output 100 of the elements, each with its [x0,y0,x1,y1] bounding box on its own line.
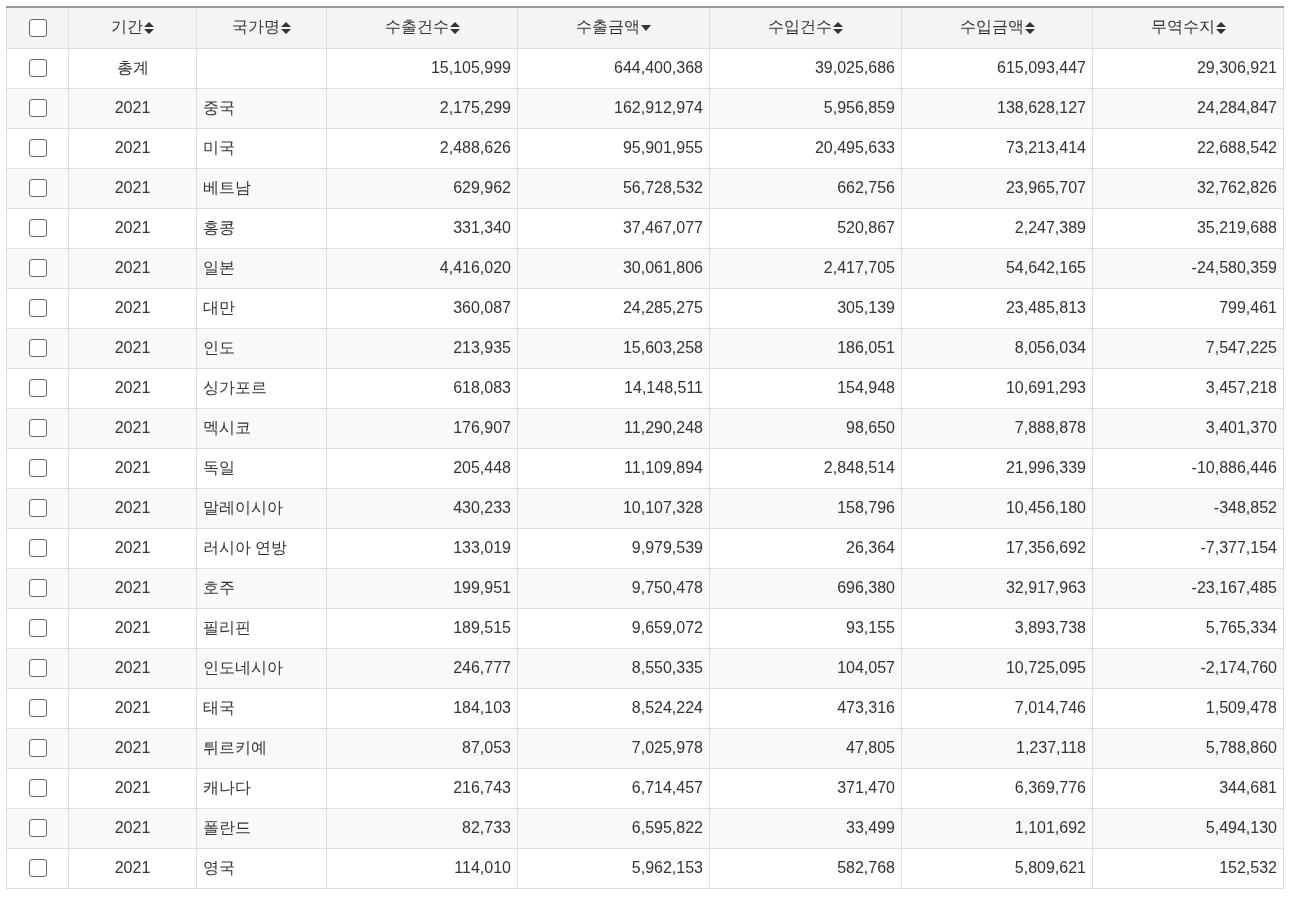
table-cell: 중국 [203,98,235,116]
table-cell: 186,051 [837,339,895,356]
row-checkbox[interactable] [28,779,47,798]
table-cell: 30,061,806 [622,259,703,276]
sort-icon[interactable] [144,22,154,34]
table-cell: 2021 [114,419,151,436]
table-cell: 6,714,457 [631,779,703,796]
table-cell: 필리핀 [203,618,251,636]
row-checkbox[interactable] [28,299,47,318]
table-cell: 176,907 [453,419,511,436]
table-cell: 튀르키예 [203,738,267,756]
table-cell: 6,369,776 [1014,779,1086,796]
row-checkbox[interactable] [28,499,47,518]
row-checkbox[interactable] [28,659,47,678]
row-checkbox[interactable] [28,259,47,278]
table-cell: 618,083 [453,379,511,396]
table-cell: -10,886,446 [1191,459,1277,476]
table-cell: 56,728,532 [622,179,703,196]
table-cell: 5,956,859 [823,99,895,116]
table-cell: 32,917,963 [1005,579,1086,596]
sort-icon[interactable] [833,22,843,34]
row-checkbox[interactable] [28,139,47,158]
row-checkbox[interactable] [28,739,47,758]
column-header[interactable]: 무역수지 [1150,18,1215,36]
table-cell: 10,725,095 [1005,659,1086,676]
table-cell: 216,743 [453,779,511,796]
table-cell: 138,628,127 [997,99,1086,116]
row-checkbox[interactable] [28,339,47,358]
sort-descending-icon[interactable] [641,25,651,31]
table-cell: 39,025,686 [814,59,895,76]
table-cell: 473,316 [837,699,895,716]
table-cell: 폴란드 [203,818,251,836]
column-header[interactable]: 수입금액 [959,18,1024,36]
table-cell: 305,139 [837,299,895,316]
row-checkbox[interactable] [28,179,47,198]
table-cell: 184,103 [453,699,511,716]
table-cell: 7,547,225 [1205,339,1277,356]
row-checkbox[interactable] [28,219,47,238]
table-cell: 인도 [203,338,235,356]
row-checkbox[interactable] [28,539,47,558]
row-checkbox[interactable] [28,99,47,118]
row-checkbox[interactable] [28,379,47,398]
table-cell: 205,448 [453,459,511,476]
table-cell: 24,284,847 [1196,99,1277,116]
table-cell: 3,401,370 [1205,419,1277,436]
table-cell: 7,025,978 [631,739,703,756]
table-cell: 360,087 [453,299,511,316]
column-header[interactable]: 국가명 [232,18,280,36]
table-cell: 331,340 [453,219,511,236]
sort-icon[interactable] [1024,22,1035,34]
table-cell: 말레이시아 [203,498,283,516]
table-cell: 2,417,705 [823,259,895,276]
table-cell: 10,107,328 [622,499,703,516]
table-cell: 7,888,878 [1014,419,1086,436]
table-cell: 싱가포르 [203,378,267,396]
row-checkbox[interactable] [28,859,47,878]
table-cell: 37,467,077 [622,219,703,236]
sort-icon[interactable] [449,22,460,34]
row-checkbox[interactable] [28,819,47,838]
column-header[interactable]: 기간 [111,18,143,36]
table-cell: 520,867 [837,219,895,236]
table-cell: 2021 [114,619,151,636]
table-cell: 태국 [203,698,235,716]
table-cell: 2021 [114,779,151,796]
table-cell: 8,550,335 [631,659,703,676]
column-header[interactable]: 수입건수 [768,18,832,36]
table-cell: 5,809,621 [1014,859,1086,876]
sort-icon[interactable] [1215,22,1226,34]
table-cell: 199,951 [453,579,511,596]
table-cell: 344,681 [1219,779,1277,796]
table-cell: 95,901,955 [622,139,703,156]
table-cell: -24,580,359 [1191,259,1277,276]
table-cell: 2021 [114,739,151,756]
row-checkbox[interactable] [28,59,47,78]
table-cell: 2021 [114,819,151,836]
sort-icon[interactable] [281,22,291,34]
table-cell: 5,788,860 [1205,739,1277,756]
table-cell: 2021 [114,859,151,876]
table-cell: 1,509,478 [1205,699,1277,716]
table-cell: 2021 [114,699,151,716]
table-cell: 152,532 [1219,859,1277,876]
row-checkbox[interactable] [28,419,47,438]
table-cell: 158,796 [837,499,895,516]
table-cell: 32,762,826 [1196,179,1277,196]
column-header[interactable]: 수출건수 [384,18,449,36]
select-all-checkbox[interactable] [28,19,47,38]
row-checkbox[interactable] [28,459,47,478]
row-checkbox[interactable] [28,619,47,638]
table-cell: 629,962 [453,179,511,196]
table-cell: 2021 [114,499,151,516]
table-cell: 7,014,746 [1014,699,1086,716]
table-cell: 26,364 [846,539,895,556]
column-header[interactable]: 수출금액 [576,18,640,36]
row-checkbox[interactable] [28,699,47,718]
table-cell: 22,688,542 [1196,139,1277,156]
table-cell: 총계 [116,58,149,76]
table-cell: 11,109,894 [624,459,703,476]
table-cell: 21,996,339 [1005,459,1086,476]
row-checkbox[interactable] [28,579,47,598]
table-cell: 5,494,130 [1205,819,1277,836]
